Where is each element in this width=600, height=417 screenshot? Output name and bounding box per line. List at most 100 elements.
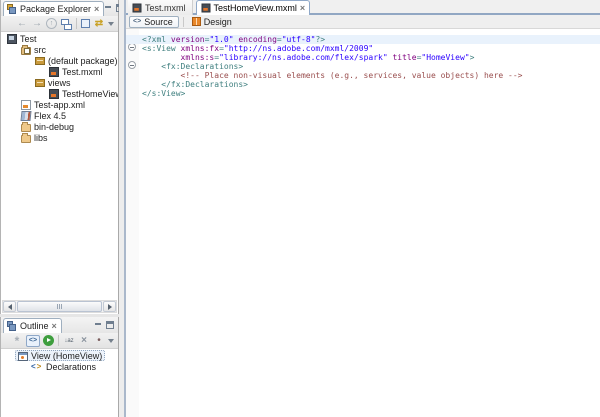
scroll-left-icon[interactable] <box>3 301 16 312</box>
code-line[interactable]: </fx:Declarations> <box>139 80 600 89</box>
horizontal-scrollbar[interactable] <box>2 300 117 313</box>
separator <box>58 335 59 346</box>
minimize-icon[interactable] <box>94 321 102 329</box>
mxml-file-icon <box>49 67 59 77</box>
separator <box>76 18 77 29</box>
design-button[interactable]: Design <box>188 16 238 28</box>
focus-icon[interactable] <box>81 19 90 28</box>
folder-icon <box>21 135 31 143</box>
tree-item[interactable]: View (HomeView) <box>1 350 118 361</box>
tree-item-label: views <box>48 78 71 88</box>
tree-item-label: Test.mxml <box>62 67 103 77</box>
outline-panel: Outline × *<>↓az×• View (HomeView)<>Decl… <box>0 317 119 417</box>
tree-item-label: Flex 4.5 <box>34 111 66 121</box>
code-line[interactable]: <!-- Place non-visual elements (e.g., se… <box>139 71 600 80</box>
code-line[interactable]: <?xml version="1.0" encoding="utf-8"?> <box>126 35 600 44</box>
tree-item-label: View (HomeView) <box>31 351 102 361</box>
tree-item-label: TestHomeView.m <box>62 89 118 99</box>
tree-item-label: Declarations <box>46 362 96 372</box>
source-items-icon[interactable]: <> <box>26 335 40 347</box>
source-design-toolbar: <>Source Design <box>126 15 600 29</box>
state-dot-icon[interactable]: • <box>93 335 105 347</box>
close-icon[interactable]: × <box>52 322 57 330</box>
exclude-icon[interactable]: × <box>78 335 90 347</box>
tree-item[interactable]: bin-debug <box>1 121 118 132</box>
tree-item[interactable]: TestHomeView.m <box>1 88 118 99</box>
package-icon <box>35 57 45 65</box>
mxml-file-icon <box>49 89 59 99</box>
package-explorer-panel: Package Explorer × ←→↑ ⇄ Testsrc(default … <box>0 0 119 314</box>
package-explorer-icon <box>7 4 17 14</box>
tree-item[interactable]: Test-app.xml <box>1 99 118 110</box>
toolbar-separator <box>183 17 184 27</box>
expand-icon[interactable]: * <box>11 335 23 347</box>
sort-icon[interactable]: ↓az <box>63 335 75 347</box>
tree-item[interactable]: views <box>1 77 118 88</box>
editor-tab-test-mxml[interactable]: Test.mxml <box>128 0 193 15</box>
tree-item-label: src <box>34 45 46 55</box>
mxml-file-icon <box>201 4 210 13</box>
code-editor[interactable]: <?xml version="1.0" encoding="utf-8"?><s… <box>126 29 600 417</box>
tree-item-label: Test-app.xml <box>34 100 85 110</box>
tab-outline[interactable]: Outline × <box>3 318 62 333</box>
mxml-file-icon <box>133 3 142 12</box>
view-component-icon <box>18 352 28 361</box>
editor-tab-label: TestHomeView.mxml <box>214 3 297 13</box>
tree-item-label: libs <box>34 133 48 143</box>
source-folder-icon <box>21 47 31 55</box>
tree-item[interactable]: libs <box>1 132 118 143</box>
tree-item[interactable]: Test.mxml <box>1 66 118 77</box>
left-column: Package Explorer × ←→↑ ⇄ Testsrc(default … <box>0 0 119 417</box>
xml-file-icon <box>21 100 31 110</box>
package-explorer-title: Package Explorer <box>20 4 91 14</box>
tab-package-explorer[interactable]: Package Explorer × <box>3 1 104 16</box>
tree-item[interactable]: (default package) <box>1 55 118 66</box>
tree-item[interactable]: Flex 4.5 <box>1 110 118 121</box>
package-explorer-tabbar: Package Explorer × <box>1 0 118 16</box>
sdk-library-icon <box>20 111 31 121</box>
view-menu-icon[interactable] <box>108 339 114 343</box>
outline-icon <box>7 321 17 331</box>
folding-gutter[interactable] <box>126 29 139 417</box>
outline-toolbar: *<> ↓az×• <box>1 333 118 349</box>
close-icon[interactable]: × <box>300 4 305 12</box>
code-line[interactable]: xmlns:s="library://ns.adobe.com/flex/spa… <box>139 53 600 62</box>
mode-button-label: Design <box>204 17 232 27</box>
close-icon[interactable]: × <box>94 5 99 13</box>
editor-tab-testhomeview-mxml[interactable]: TestHomeView.mxml× <box>196 0 311 15</box>
back-icon[interactable]: ← <box>16 18 28 30</box>
code-line[interactable]: <s:View xmlns:fx="http://ns.adobe.com/mx… <box>139 44 600 53</box>
outline-tree: View (HomeView)<>Declarations <box>1 349 118 372</box>
code-line[interactable]: <fx:Declarations> <box>139 62 600 71</box>
editor-area: Test.mxmlTestHomeView.mxml× <>SourceDesi… <box>124 0 600 417</box>
tree-item[interactable]: src <box>1 44 118 55</box>
tree-item[interactable]: <>Declarations <box>1 361 118 372</box>
tree-item-label: Test <box>20 34 37 44</box>
code-line[interactable]: </s:View> <box>139 89 600 98</box>
scroll-right-icon[interactable] <box>103 301 116 312</box>
package-explorer-toolbar: ←→↑ ⇄ <box>1 16 118 32</box>
flash-builder-window: Package Explorer × ←→↑ ⇄ Testsrc(default … <box>0 0 600 417</box>
panel-window-buttons <box>94 321 118 333</box>
package-explorer-content: Testsrc(default package)Test.mxmlviewsTe… <box>1 32 118 314</box>
sync-icon[interactable] <box>43 335 54 346</box>
tree-item-label: (default package) <box>48 56 118 66</box>
editor-tabbar: Test.mxmlTestHomeView.mxml× <box>126 0 600 15</box>
fold-collapse-icon[interactable] <box>128 61 136 69</box>
scrollbar-thumb[interactable] <box>17 301 102 312</box>
code-text[interactable]: <?xml version="1.0" encoding="utf-8"?><s… <box>139 35 600 98</box>
fold-collapse-icon[interactable] <box>128 43 136 51</box>
maximize-icon[interactable] <box>106 321 114 329</box>
source-mode-icon: <> <box>133 18 141 25</box>
view-menu-icon[interactable] <box>108 22 114 26</box>
source-button[interactable]: <>Source <box>129 16 179 28</box>
outline-tabbar: Outline × <box>1 317 118 333</box>
forward-icon[interactable]: → <box>31 18 43 30</box>
package-explorer-tree: Testsrc(default package)Test.mxmlviewsTe… <box>1 32 118 143</box>
collapse-all-icon[interactable] <box>60 18 72 30</box>
minimize-icon[interactable] <box>104 4 112 12</box>
link-with-editor-icon[interactable]: ⇄ <box>93 18 105 30</box>
folder-icon <box>21 124 31 132</box>
tree-item[interactable]: Test <box>1 33 118 44</box>
up-icon[interactable]: ↑ <box>46 18 57 29</box>
